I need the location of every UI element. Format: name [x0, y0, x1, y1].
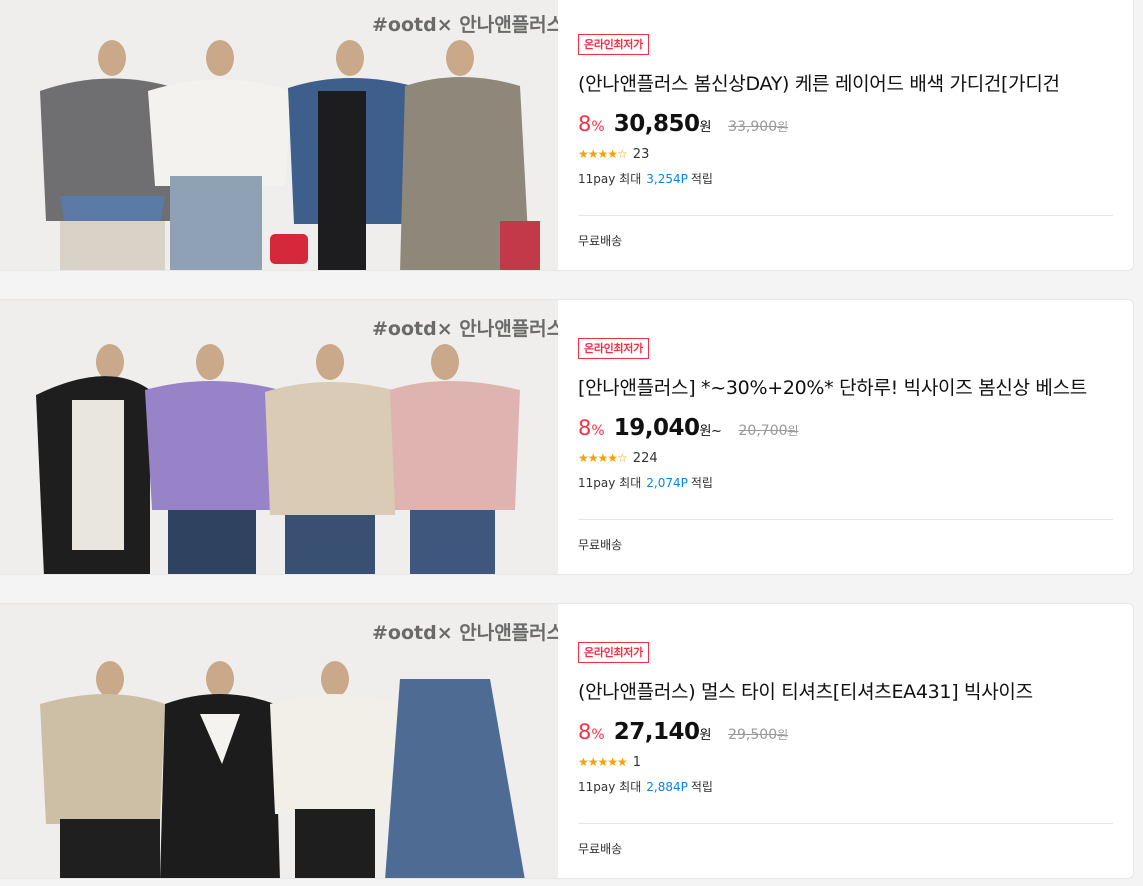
- product-info: 온라인최저가 (안나앤플러스 봄신상DAY) 케른 레이어드 배색 가디건[가디…: [578, 0, 1113, 270]
- brand-watermark: #ootd× 안나앤플러스: [372, 622, 558, 644]
- pay-label: 11pay 최대: [578, 172, 642, 186]
- brand-watermark: #ootd× 안나앤플러스: [372, 14, 558, 36]
- review-count: 1: [632, 755, 642, 770]
- lowest-price-badge: 온라인최저가: [578, 34, 649, 55]
- pay-label: 11pay 최대: [578, 476, 642, 490]
- points-row: 11pay 최대 2,074P 적립: [578, 475, 713, 491]
- discount-rate: 8%: [578, 720, 605, 744]
- product-info: 온라인최저가 [안나앤플러스] *~30%+20%* 단하루! 빅사이즈 봄신상…: [578, 300, 1113, 574]
- product-card[interactable]: #ootd× 안나앤플러스 온라인최저가 (안나앤플러스) 멀스 타이 티셔츠[…: [0, 603, 1134, 879]
- review-count: 23: [632, 147, 650, 162]
- review-count: 224: [632, 451, 658, 466]
- product-image[interactable]: #ootd× 안나앤플러스: [0, 0, 558, 270]
- price-row: 8% 27,140원 29,500원: [578, 717, 788, 751]
- points-suffix: 적립: [690, 780, 713, 794]
- divider: [578, 823, 1113, 824]
- product-image[interactable]: #ootd× 안나앤플러스: [0, 300, 558, 574]
- discount-rate: 8%: [578, 112, 605, 136]
- discount-rate: 8%: [578, 416, 605, 440]
- points-row: 11pay 최대 2,884P 적립: [578, 779, 713, 795]
- product-card[interactable]: #ootd× 안나앤플러스 온라인최저가 [안나앤플러스] *~30%+20%*…: [0, 299, 1134, 575]
- pay-label: 11pay 최대: [578, 780, 642, 794]
- brand-watermark: #ootd× 안나앤플러스: [372, 318, 558, 340]
- original-price: 33,900원: [728, 119, 789, 135]
- divider: [578, 215, 1113, 216]
- points-suffix: 적립: [690, 172, 713, 186]
- sale-price: 30,850원: [613, 111, 712, 137]
- lowest-price-badge: 온라인최저가: [578, 338, 649, 359]
- product-card[interactable]: #ootd× 안나앤플러스 온라인최저가 (안나앤플러스 봄신상DAY) 케른 …: [0, 0, 1134, 271]
- sale-price: 19,040원~: [613, 415, 722, 441]
- price-row: 8% 30,850원 33,900원: [578, 109, 788, 143]
- rating-row: ★★★★☆ 23: [578, 146, 649, 163]
- product-title[interactable]: [안나앤플러스] *~30%+20%* 단하루! 빅사이즈 봄신상 베스트: [578, 374, 1113, 402]
- points-value: 2,884P: [646, 780, 688, 794]
- star-rating-icon: ★★★★☆: [578, 451, 628, 465]
- points-row: 11pay 최대 3,254P 적립: [578, 171, 713, 187]
- divider: [578, 519, 1113, 520]
- lowest-price-badge: 온라인최저가: [578, 642, 649, 663]
- product-info: 온라인최저가 (안나앤플러스) 멀스 타이 티셔츠[티셔츠EA431] 빅사이즈…: [578, 604, 1113, 878]
- points-value: 2,074P: [646, 476, 688, 490]
- original-price: 29,500원: [728, 727, 789, 743]
- original-price: 20,700원: [738, 423, 799, 439]
- shipping-info: 무료배송: [578, 842, 623, 856]
- rating-row: ★★★★☆ 224: [578, 450, 658, 467]
- rating-row: ★★★★★ 1: [578, 754, 641, 771]
- points-value: 3,254P: [646, 172, 688, 186]
- product-title[interactable]: (안나앤플러스) 멀스 타이 티셔츠[티셔츠EA431] 빅사이즈: [578, 678, 1113, 706]
- star-rating-icon: ★★★★★: [578, 755, 628, 769]
- points-suffix: 적립: [690, 476, 713, 490]
- product-image[interactable]: #ootd× 안나앤플러스: [0, 604, 558, 878]
- shipping-info: 무료배송: [578, 234, 623, 248]
- sale-price: 27,140원: [613, 719, 712, 745]
- product-title[interactable]: (안나앤플러스 봄신상DAY) 케른 레이어드 배색 가디건[가디건: [578, 70, 1113, 98]
- star-rating-icon: ★★★★☆: [578, 147, 628, 161]
- shipping-info: 무료배송: [578, 538, 623, 552]
- price-row: 8% 19,040원~ 20,700원: [578, 413, 799, 447]
